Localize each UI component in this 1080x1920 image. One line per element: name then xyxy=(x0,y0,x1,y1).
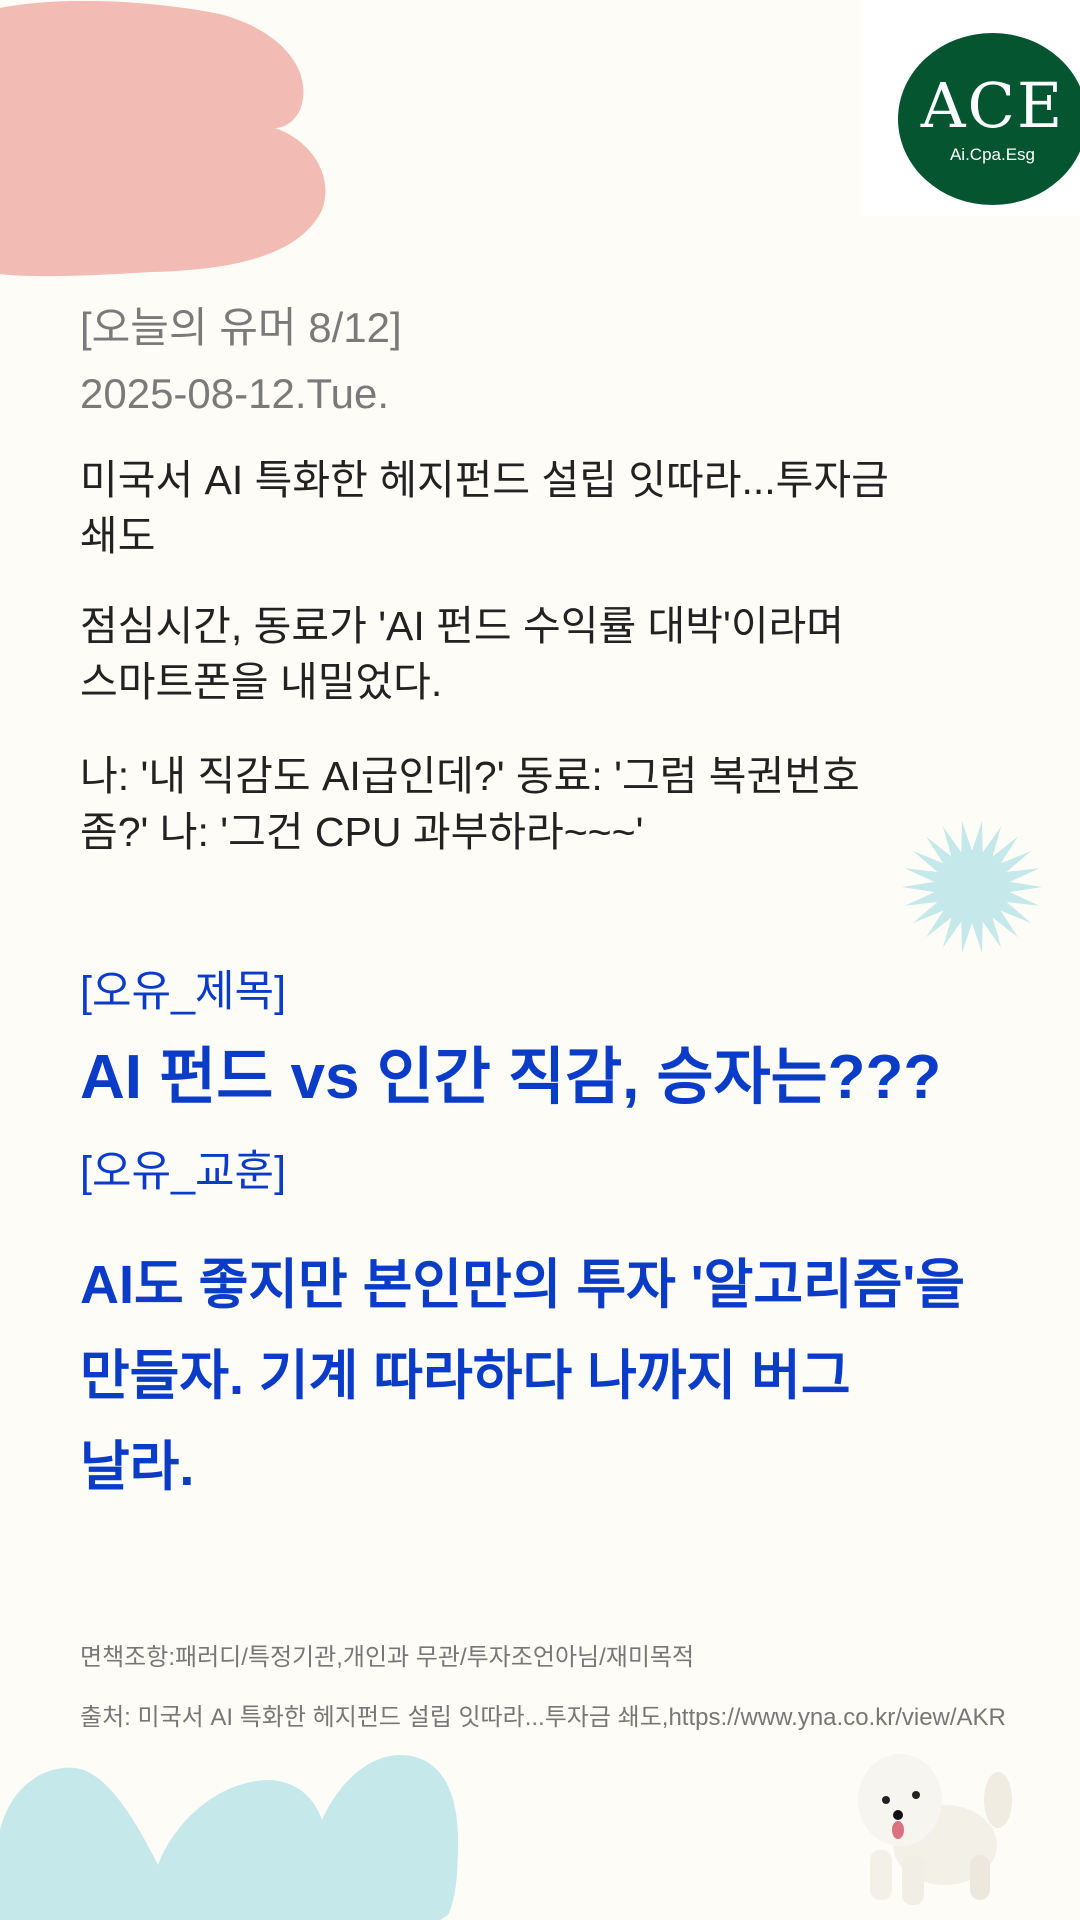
news-headline: 미국서 AI 특화한 헤지펀드 설립 잇따라...투자금 쇄도 xyxy=(80,452,889,564)
blue-blob-decoration xyxy=(0,1755,458,1920)
post-date: 2025-08-12.Tue. xyxy=(80,370,389,417)
dialogue-paragraph: 나: '내 직감도 AI급인데?' 동료: '그럼 복권번호 좀?' 나: '그… xyxy=(80,748,860,860)
disclaimer: 면책조항:패러디/특정기관,개인과 무관/투자조언아님/재미목적 xyxy=(80,1644,695,1671)
lesson-line: AI도 좋지만 본인만의 투자 '알고리즘'을 xyxy=(80,1255,965,1315)
logo-text: ACE xyxy=(920,69,1065,142)
title-tag: [오유_제목] xyxy=(80,968,287,1016)
dog-image xyxy=(858,1754,1012,1905)
humor-title: AI 펀드 vs 인간 직감, 승자는??? xyxy=(80,1043,942,1112)
headline-line: 미국서 AI 특화한 헤지펀드 설립 잇따라...투자금 xyxy=(80,457,889,503)
post-kicker: [오늘의 유머 8/12] xyxy=(80,304,402,351)
dialogue-line: 좀?' 나: '그건 CPU 과부하라~~~' xyxy=(80,809,644,855)
story-paragraph: 점심시간, 동료가 'AI 펀드 수익률 대박'이라며 스마트폰을 내밀었다. xyxy=(80,598,844,710)
logo-circle: ACE Ai.Cpa.Esg xyxy=(898,33,1080,205)
source-citation: 출처: 미국서 AI 특화한 헤지펀드 설립 잇따라...투자금 쇄도,http… xyxy=(80,1704,1006,1731)
dialogue-line: 나: '내 직감도 AI급인데?' 동료: '그럼 복권번호 xyxy=(80,753,860,799)
headline-line: 쇄도 xyxy=(80,513,156,559)
pink-blob-decoration xyxy=(0,0,326,277)
logo-subtitle: Ai.Cpa.Esg xyxy=(949,145,1036,164)
lesson-line: 만들자. 기계 따라하다 나까지 버그 xyxy=(80,1346,851,1406)
starburst-decoration xyxy=(902,821,1042,953)
story-line: 스마트폰을 내밀었다. xyxy=(80,659,443,705)
story-line: 점심시간, 동료가 'AI 펀드 수익률 대박'이라며 xyxy=(80,603,844,649)
lesson-line: 날라. xyxy=(80,1437,195,1497)
lesson-tag: [오유_교훈] xyxy=(80,1148,287,1196)
humor-lesson: AI도 좋지만 본인만의 투자 '알고리즘'을 만들자. 기계 따라하다 나까지… xyxy=(80,1240,965,1513)
ace-logo: ACE Ai.Cpa.Esg xyxy=(862,0,1080,216)
